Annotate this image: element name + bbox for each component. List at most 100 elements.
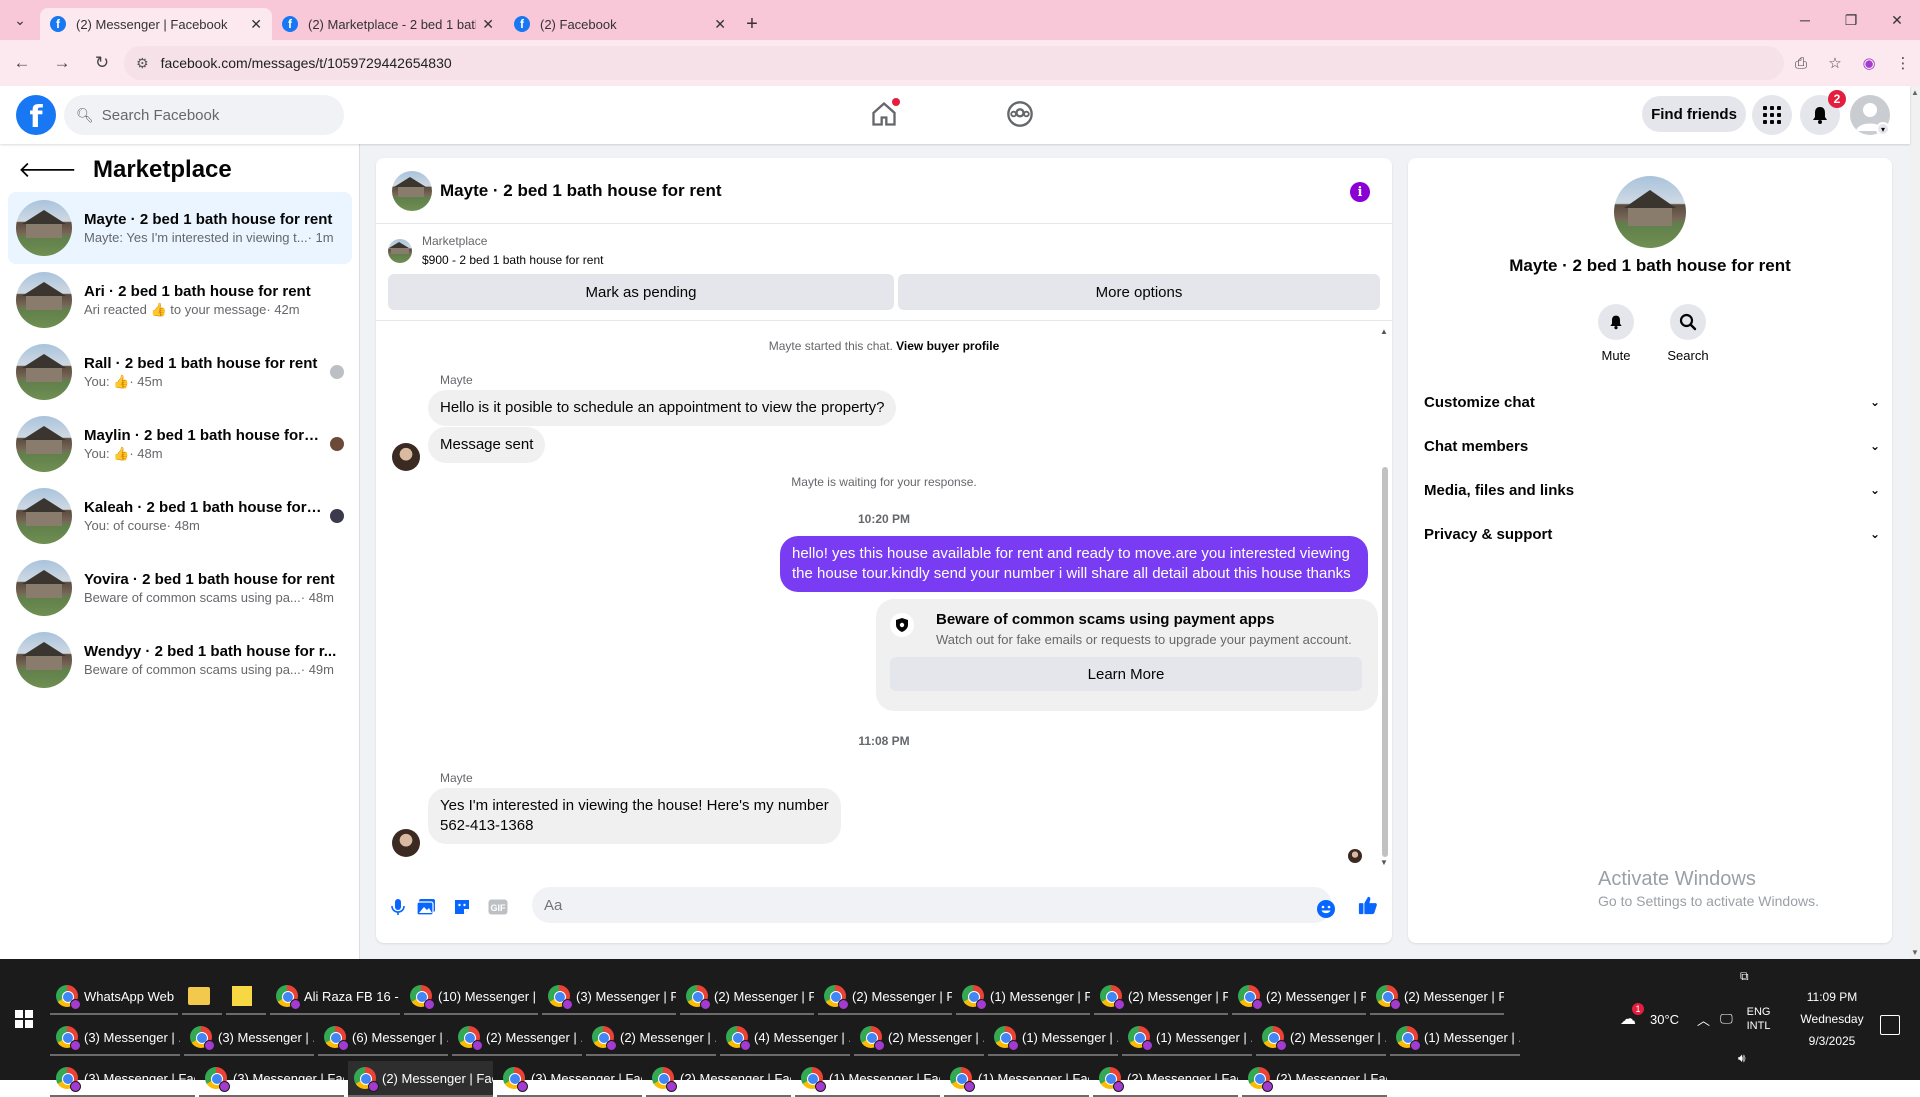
media-files-links-section[interactable]: Media, files and links ⌄: [1424, 468, 1880, 512]
taskbar-window-button[interactable]: (10) Messenger | ...: [404, 979, 538, 1015]
learn-more-button[interactable]: Learn More: [890, 657, 1362, 691]
taskbar-clock[interactable]: 11:09 PM Wednesday 9/3/2025: [1800, 986, 1864, 1052]
chat-list-item[interactable]: Ari · 2 bed 1 bath house for rent Ari rea…: [8, 264, 352, 336]
page-scrollbar[interactable]: ▲ ▼: [1910, 86, 1920, 959]
chat-list-item[interactable]: Maylin · 2 bed 1 bath house for r... You:…: [8, 408, 352, 480]
groups-icon[interactable]: [1006, 100, 1034, 128]
taskbar-window-button[interactable]: (2) Messenger | Fac...: [1242, 1061, 1387, 1097]
view-buyer-profile-link[interactable]: View buyer profile: [896, 339, 999, 353]
close-window-icon[interactable]: ✕: [1874, 0, 1920, 40]
chat-list-item[interactable]: Yovira · 2 bed 1 bath house for rent Bewa…: [8, 552, 352, 624]
scroll-down-arrow-icon[interactable]: ▼: [1380, 858, 1388, 867]
scroll-up-arrow-icon[interactable]: ▲: [1380, 327, 1388, 336]
taskbar-window-button[interactable]: (2) Messenger | F...: [1232, 979, 1366, 1015]
install-app-icon[interactable]: ⎙: [1784, 46, 1818, 80]
browser-tab-messenger[interactable]: f (2) Messenger | Facebook ✕: [40, 8, 272, 40]
weather-icon[interactable]: ☁ 1: [1620, 1003, 1644, 1029]
mute-button[interactable]: Mute: [1586, 304, 1646, 363]
chat-members-section[interactable]: Chat members ⌄: [1424, 424, 1880, 468]
tray-copilot-icon[interactable]: ⧉: [1740, 969, 1749, 984]
close-tab-icon[interactable]: ✕: [250, 16, 262, 33]
tab-search-chevron-icon[interactable]: ⌄: [0, 0, 40, 40]
taskbar-window-button[interactable]: (3) Messenger | Fac...: [199, 1061, 344, 1097]
taskbar-window-button[interactable]: (2) Messenger | Fac...: [1093, 1061, 1238, 1097]
taskbar-window-button[interactable]: (1) Messenger | ...: [1122, 1020, 1252, 1056]
taskbar-window-button[interactable]: (2) Messenger | F...: [1370, 979, 1504, 1015]
sticker-icon[interactable]: [452, 897, 472, 917]
mark-as-pending-button[interactable]: Mark as pending: [388, 274, 894, 310]
bookmark-star-icon[interactable]: ☆: [1818, 46, 1852, 80]
taskbar-window-button[interactable]: (2) Messenger | ...: [452, 1020, 582, 1056]
message-input[interactable]: [532, 887, 1332, 923]
taskbar-window-button[interactable]: (3) Messenger | ...: [184, 1020, 314, 1056]
thread-scrollbar[interactable]: ▲ ▼: [1380, 327, 1390, 867]
info-icon[interactable]: i: [1350, 182, 1370, 202]
find-friends-button[interactable]: Find friends: [1642, 96, 1746, 132]
listing-photo[interactable]: [1614, 176, 1686, 248]
url-omnibox[interactable]: ⚙ facebook.com/messages/t/10597294426548…: [124, 46, 1784, 80]
notification-center-icon[interactable]: [1880, 1015, 1900, 1035]
taskbar-window-button[interactable]: (3) Messenger | ...: [50, 1020, 180, 1056]
close-tab-icon[interactable]: ✕: [714, 16, 726, 33]
taskbar-window-button[interactable]: (3) Messenger | F...: [542, 979, 676, 1015]
listing-thumbnail[interactable]: [392, 170, 432, 211]
new-tab-button[interactable]: +: [736, 8, 768, 40]
language-indicator[interactable]: ENG INTL: [1747, 1005, 1771, 1033]
chat-list-item[interactable]: Kaleah · 2 bed 1 bath house for r... You:…: [8, 480, 352, 552]
taskbar-window-button[interactable]: (1) Messenger | Fac...: [795, 1061, 940, 1097]
gif-icon[interactable]: GIF: [488, 897, 508, 917]
account-chevron-icon[interactable]: ▾: [1876, 122, 1890, 136]
back-icon[interactable]: ←: [4, 45, 40, 81]
chat-list-item[interactable]: Mayte · 2 bed 1 bath house for rent Mayte…: [8, 192, 352, 264]
browser-tab-facebook[interactable]: f (2) Facebook ✕: [504, 8, 736, 40]
taskbar-window-button[interactable]: (1) Messenger | F...: [956, 979, 1090, 1015]
taskbar-window-button[interactable]: (3) Messenger | Fac...: [497, 1061, 642, 1097]
photo-icon[interactable]: [416, 897, 436, 917]
windows-start-icon[interactable]: [8, 999, 40, 1039]
taskbar-window-button[interactable]: (4) Messenger | ...: [720, 1020, 850, 1056]
taskbar-window-button[interactable]: WhatsApp Web: [50, 979, 178, 1015]
taskbar-window-button[interactable]: (1) Messenger | ...: [1390, 1020, 1520, 1056]
taskbar-window-button[interactable]: (2) Messenger | ...: [1256, 1020, 1386, 1056]
minimize-icon[interactable]: ─: [1782, 0, 1828, 40]
menu-grid-icon[interactable]: [1752, 95, 1792, 135]
sender-avatar[interactable]: [392, 829, 420, 857]
taskbar-window-button[interactable]: (2) Messenger | Fac...: [348, 1061, 493, 1097]
back-arrow-icon[interactable]: 🡐: [18, 157, 77, 183]
show-hidden-icons-chevron-icon[interactable]: ︿: [1697, 1010, 1710, 1029]
taskbar-window-button[interactable]: (2) Messenger | F...: [818, 979, 952, 1015]
chat-list-item[interactable]: Rall · 2 bed 1 bath house for rent You: 👍…: [8, 336, 352, 408]
facebook-search-input[interactable]: 🔍︎ Search Facebook: [64, 95, 344, 135]
taskbar-app-icon[interactable]: [182, 979, 222, 1015]
taskbar-window-button[interactable]: (1) Messenger | Fac...: [944, 1061, 1089, 1097]
taskbar-window-button[interactable]: (2) Messenger | ...: [854, 1020, 984, 1056]
taskbar-window-button[interactable]: (3) Messenger | Fac...: [50, 1061, 195, 1097]
browser-tab-marketplace[interactable]: f (2) Marketplace - 2 bed 1 bath ✕: [272, 8, 504, 40]
taskbar-window-button[interactable]: Ali Raza FB 16 - ...: [270, 979, 400, 1015]
marketplace-listing-row[interactable]: Marketplace $900 - 2 bed 1 bath house fo…: [388, 232, 603, 270]
taskbar-window-button[interactable]: (2) Messenger | F...: [1094, 979, 1228, 1015]
emoji-icon[interactable]: [1316, 899, 1336, 919]
scroll-down-arrow-icon[interactable]: ▼: [1911, 948, 1919, 957]
taskbar-window-button[interactable]: (2) Messenger | F...: [680, 979, 814, 1015]
scroll-up-arrow-icon[interactable]: ▲: [1911, 88, 1919, 97]
chat-list-item[interactable]: Wendyy · 2 bed 1 bath house for r... Bewa…: [8, 624, 352, 696]
customize-chat-section[interactable]: Customize chat ⌄: [1424, 380, 1880, 424]
restore-icon[interactable]: ❐: [1828, 0, 1874, 40]
temperature[interactable]: 30°C: [1650, 1012, 1679, 1027]
taskbar-window-button[interactable]: (1) Messenger | ...: [988, 1020, 1118, 1056]
facebook-logo-icon[interactable]: f: [16, 95, 56, 135]
taskbar-app-icon[interactable]: [226, 979, 266, 1015]
close-tab-icon[interactable]: ✕: [482, 16, 494, 33]
microphone-icon[interactable]: [388, 897, 408, 917]
browser-menu-icon[interactable]: ⋮: [1886, 46, 1920, 80]
scrollbar-thumb[interactable]: [1382, 467, 1388, 857]
network-icon[interactable]: 🖵: [1720, 1011, 1733, 1027]
search-in-chat-button[interactable]: Search: [1658, 304, 1718, 363]
privacy-support-section[interactable]: Privacy & support ⌄: [1424, 512, 1880, 556]
profile-icon[interactable]: ◉: [1852, 46, 1886, 80]
sender-avatar[interactable]: [392, 443, 420, 471]
forward-icon[interactable]: →: [44, 45, 80, 81]
reload-icon[interactable]: ↻: [84, 45, 120, 81]
more-options-button[interactable]: More options: [898, 274, 1380, 310]
